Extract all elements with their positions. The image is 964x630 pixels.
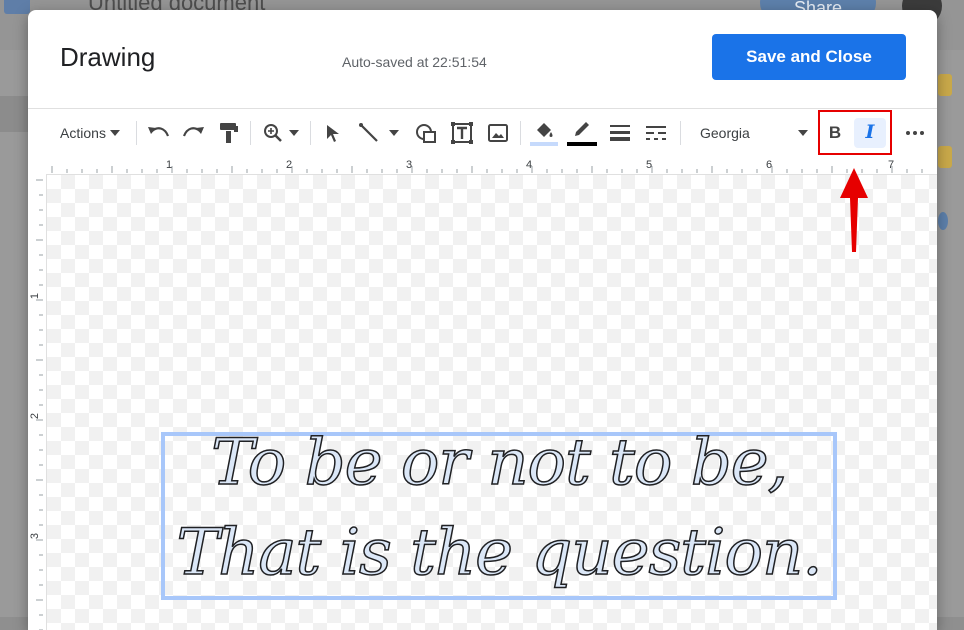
selected-word-art[interactable]: To be or not to be, That is the question… (161, 425, 837, 600)
image-icon (488, 124, 508, 142)
toolbar-divider (310, 121, 311, 145)
font-select[interactable]: Georgia (688, 109, 814, 157)
toolbar-divider (520, 121, 521, 145)
more-options-button[interactable] (902, 109, 928, 157)
dropdown-icon (389, 130, 399, 136)
paint-format-icon (220, 123, 238, 143)
word-art-line-1: To be or not to be, (210, 425, 788, 501)
ruler-number: 7 (888, 159, 895, 171)
toolbar-divider (680, 121, 681, 145)
ruler-number: 2 (29, 412, 42, 420)
side-panel-icon (938, 146, 952, 168)
border-dash-button[interactable] (640, 109, 672, 157)
zoom-icon (264, 124, 282, 142)
bold-italic-highlight (818, 110, 892, 155)
toolbar-divider (250, 121, 251, 145)
ruler-number: 4 (526, 159, 533, 171)
ruler-number: 1 (166, 159, 173, 171)
top-ruler: 1 2 3 4 5 6 7 (46, 158, 937, 175)
ruler-number: 2 (286, 159, 293, 171)
side-panel-icon (938, 74, 952, 96)
undo-icon (148, 127, 170, 137)
dialog-title: Drawing (60, 42, 156, 72)
ruler-ticks (51, 166, 923, 173)
ruler-number: 1 (29, 292, 42, 300)
line-button[interactable] (354, 109, 404, 157)
fill-color-button[interactable] (528, 109, 560, 157)
actions-menu[interactable]: Actions (52, 109, 128, 157)
left-ruler: 1 2 3 (28, 174, 47, 630)
drawing-dialog: Drawing Auto-saved at 22:51:54 Save and … (28, 10, 937, 630)
font-name: Georgia (700, 125, 750, 141)
dropdown-icon (798, 130, 808, 136)
autosave-status: Auto-saved at 22:51:54 (342, 54, 487, 70)
border-dash-icon (646, 126, 666, 140)
more-icon (906, 131, 924, 135)
ruler-number: 5 (646, 159, 653, 171)
toolbar-divider (136, 121, 137, 145)
menu-icon (4, 0, 30, 14)
select-button[interactable] (318, 109, 348, 157)
ruler-ticks (36, 179, 43, 630)
border-color-swatch (567, 141, 597, 146)
red-arrow-annotation (840, 168, 868, 252)
dropdown-icon (109, 130, 120, 136)
shape-icon (416, 124, 436, 143)
border-color-button[interactable] (564, 109, 600, 157)
border-weight-icon (610, 125, 630, 141)
fill-color-swatch (530, 141, 558, 146)
image-button[interactable] (482, 109, 514, 157)
fill-color-icon (537, 122, 553, 137)
redo-button[interactable] (178, 109, 208, 157)
redo-icon (182, 127, 204, 137)
select-icon (327, 125, 339, 142)
dropdown-icon (289, 130, 299, 136)
side-panel-icon (938, 212, 948, 230)
ruler-number: 6 (766, 159, 773, 171)
save-and-close-button[interactable]: Save and Close (712, 34, 906, 80)
ruler-number: 3 (29, 532, 42, 540)
word-art-line-2: That is the question. (176, 515, 824, 591)
textbox-button[interactable] (446, 109, 478, 157)
zoom-button[interactable] (258, 109, 304, 157)
undo-button[interactable] (144, 109, 174, 157)
actions-label: Actions (60, 125, 106, 141)
line-icon (359, 123, 378, 142)
border-weight-button[interactable] (604, 109, 636, 157)
drawing-toolbar: Actions Georgia B (28, 108, 937, 157)
border-color-icon (575, 121, 589, 136)
ruler-number: 3 (406, 159, 413, 171)
paint-format-button[interactable] (214, 109, 244, 157)
shape-button[interactable] (410, 109, 442, 157)
textbox-icon (451, 122, 473, 144)
drawing-canvas[interactable]: To be or not to be, That is the question… (47, 175, 937, 630)
background-ruler-strip (0, 96, 28, 132)
